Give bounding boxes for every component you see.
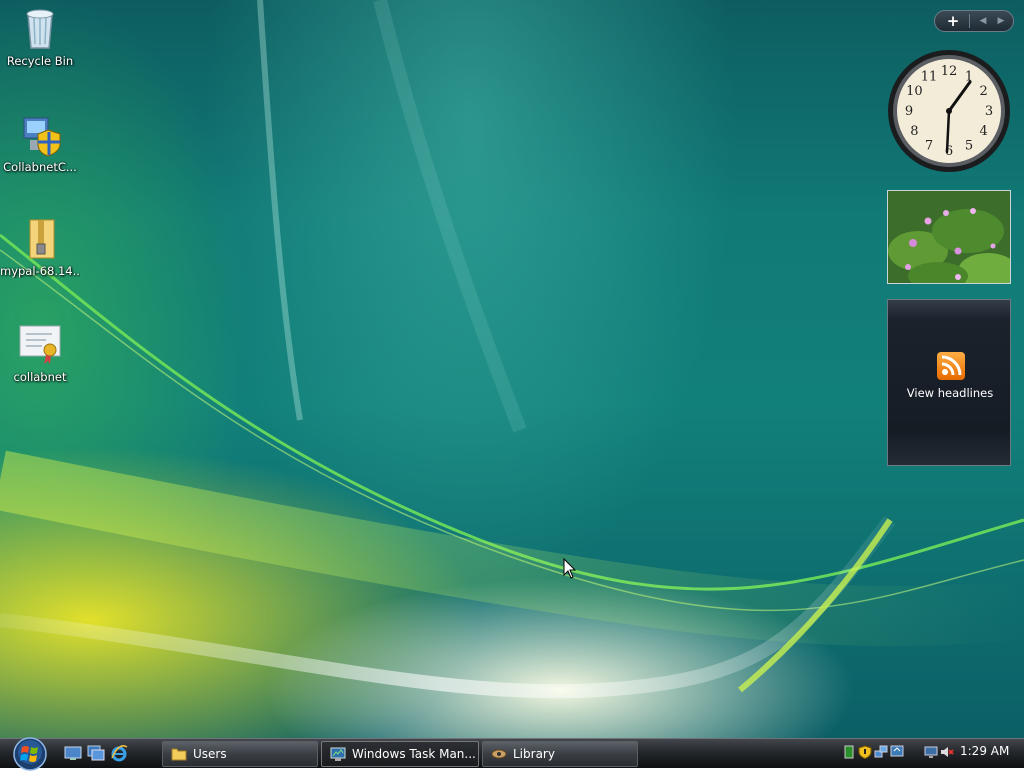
clock-hour-number: 2 [979, 84, 987, 99]
desktop[interactable]: Recycle Bin CollabnetC... mypal-68.14...… [0, 0, 1024, 738]
slideshow-gadget[interactable] [887, 190, 1011, 284]
task-manager-icon [330, 746, 346, 762]
taskbar-button-task-manager[interactable]: Windows Task Man... [321, 741, 479, 767]
wallpaper-swooshes [0, 0, 1024, 699]
sidebar-controls: + ◀ ▶ [934, 10, 1014, 32]
taskbar-button-label: Users [193, 747, 227, 761]
mouse-cursor-icon [563, 558, 577, 579]
clock-hour-number: 12 [941, 64, 958, 79]
library-icon [491, 746, 507, 762]
clock-hour-number: 9 [905, 104, 913, 119]
monitor-icon[interactable] [924, 745, 938, 759]
clock-hour-number: 10 [906, 84, 923, 99]
installer-shield-icon [16, 110, 64, 158]
previous-gadget-page-button[interactable]: ◀ [975, 13, 991, 29]
folder-icon [171, 746, 187, 762]
certificate-icon [16, 320, 64, 368]
rss-icon [937, 352, 965, 380]
sidebar-controls-divider [969, 14, 970, 28]
battery-icon[interactable] [842, 745, 856, 759]
taskbar-button-label: Library [513, 747, 555, 761]
desktop-icon-collabnet-certificate[interactable]: collabnet [0, 320, 80, 384]
desktop-icon-recycle-bin[interactable]: Recycle Bin [0, 4, 80, 68]
desktop-icon-collabnet-installer[interactable]: CollabnetC... [0, 110, 80, 174]
switch-windows-button[interactable] [87, 744, 105, 762]
internet-explorer-icon [111, 745, 128, 762]
desktop-icon-label: Recycle Bin [6, 54, 74, 68]
desktop-icon-mypal-zip[interactable]: mypal-68.14.... [0, 214, 80, 278]
switch-windows-icon [87, 745, 105, 761]
recycle-bin-icon [16, 4, 64, 52]
zip-folder-icon [16, 214, 64, 262]
clock-hour-number: 8 [910, 124, 918, 139]
feed-headlines-gadget[interactable]: View headlines [887, 299, 1011, 466]
windows-update-icon[interactable] [890, 745, 904, 759]
clock-hour-number: 5 [965, 139, 973, 154]
taskbar-button-users[interactable]: Users [162, 741, 318, 767]
taskbar-button-library[interactable]: Library [482, 741, 638, 767]
network-icon[interactable] [874, 745, 888, 759]
show-desktop-button[interactable] [64, 744, 82, 762]
security-shield-icon[interactable] [858, 745, 872, 760]
taskbar-clock[interactable]: 1:29 AM [960, 744, 1009, 758]
show-desktop-icon [64, 746, 82, 760]
taskbar-button-label: Windows Task Man... [352, 747, 476, 761]
clock-hour-number: 3 [985, 104, 993, 119]
slideshow-photo [888, 191, 1010, 283]
desktop-icon-label: collabnet [13, 370, 67, 384]
add-gadget-button[interactable]: + [941, 12, 965, 30]
clock-gadget[interactable]: 12 1 2 3 4 5 6 7 8 9 10 11 [886, 48, 1012, 174]
start-button[interactable] [9, 737, 51, 771]
view-headlines-link[interactable]: View headlines [888, 386, 1012, 400]
clock-hour-number: 11 [921, 69, 938, 84]
windows-orb-icon [13, 737, 47, 771]
clock-hour-number: 7 [925, 139, 933, 154]
clock-hour-number: 4 [979, 124, 987, 139]
desktop-icon-label: CollabnetC... [3, 160, 77, 174]
internet-explorer-button[interactable] [110, 744, 128, 762]
next-gadget-page-button[interactable]: ▶ [993, 13, 1009, 29]
desktop-icon-label: mypal-68.14.... [0, 264, 80, 278]
volume-muted-icon[interactable] [940, 745, 954, 759]
